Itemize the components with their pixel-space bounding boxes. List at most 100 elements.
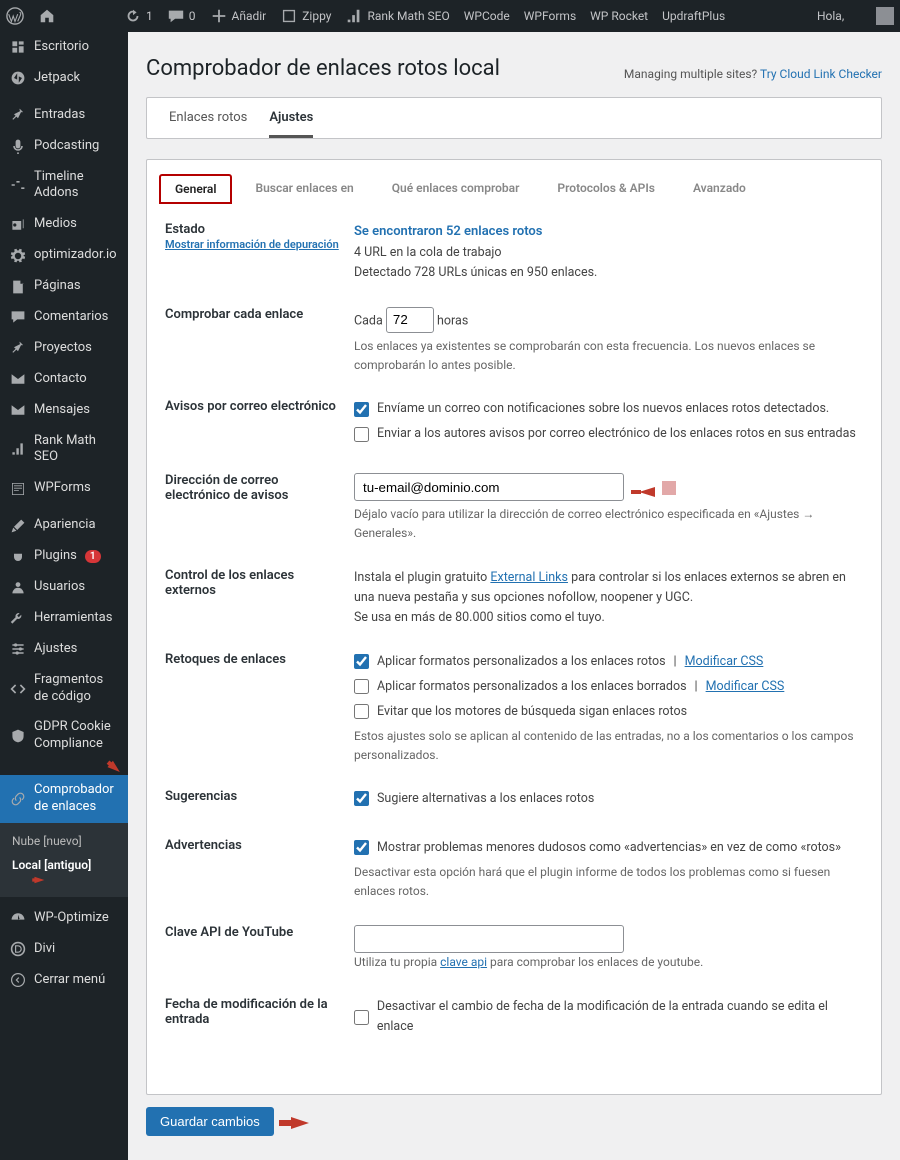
add-new[interactable]: Añadir [210, 7, 267, 25]
sidebar-item-20[interactable]: GDPR Cookie Compliance [0, 712, 128, 760]
chart-icon [10, 441, 26, 457]
chk-nofollow[interactable] [354, 704, 369, 719]
sidebar-item-label: GDPR Cookie Compliance [34, 719, 120, 753]
sidebar-item-label: WPForms [34, 480, 91, 497]
sidebar-item-label: Podcasting [34, 138, 99, 155]
save-button[interactable]: Guardar cambios [146, 1107, 274, 1136]
link-icon [10, 791, 26, 807]
sidebar-item-23[interactable]: Divi [0, 934, 128, 965]
sidebar-item-13[interactable]: WPForms [0, 473, 128, 504]
sidebar-item-label: Ajustes [34, 641, 77, 658]
sidebar-item-14[interactable]: Apariencia [0, 510, 128, 541]
arrow-annotation-save [291, 1117, 309, 1129]
submenu-item[interactable]: Nube [nuevo] [0, 829, 128, 853]
sidebar-item-21[interactable]: Comprobador de enlaces [0, 775, 128, 823]
sidebar-item-label: Fragmentos de código [34, 672, 120, 706]
submenu: Nube [nuevo]Local [antiguo] [0, 823, 128, 897]
sidebar-item-9[interactable]: Proyectos [0, 333, 128, 364]
arrow-annotation-menu [107, 761, 122, 776]
chk-suggestions[interactable] [354, 791, 369, 806]
wp-logo[interactable] [6, 7, 24, 25]
subtab-protocolos[interactable]: Protocolos & APIs [542, 174, 670, 204]
pin-icon [10, 340, 26, 356]
code-icon [10, 681, 26, 697]
page-title: Comprobador de enlaces rotos local [146, 56, 500, 81]
subtab-buscar[interactable]: Buscar enlaces en [240, 174, 368, 204]
sidebar-item-11[interactable]: Mensajes [0, 395, 128, 426]
comments-icon[interactable]: 0 [167, 7, 196, 25]
warnings-label: Advertencias [165, 838, 340, 901]
sidebar-item-17[interactable]: Herramientas [0, 603, 128, 634]
sidebar-item-5[interactable]: Medios [0, 209, 128, 240]
sidebar-item-15[interactable]: Plugins 1 [0, 541, 128, 572]
sidebar-item-label: Divi [34, 941, 55, 958]
sidebar-item-6[interactable]: optimizador.io [0, 240, 128, 271]
wpcode-bar[interactable]: WPCode [464, 9, 510, 23]
speed-icon [10, 910, 26, 926]
sidebar-item-1[interactable]: Jetpack [0, 63, 128, 94]
rankmath-bar[interactable]: Rank Math SEO [345, 7, 449, 25]
sidebar-item-label: Plugins [34, 548, 77, 565]
refresh-icon[interactable]: 1 [124, 7, 153, 25]
tab-enlaces-rotos[interactable]: Enlaces rotos [169, 110, 247, 138]
shield-icon [10, 728, 26, 744]
media-icon [10, 217, 26, 233]
submenu-item[interactable]: Local [antiguo] [0, 853, 128, 891]
subtab-avanzado[interactable]: Avanzado [678, 174, 761, 204]
sidebar-item-3[interactable]: Podcasting [0, 131, 128, 162]
divi-icon [10, 941, 26, 957]
greeting[interactable]: Hola, [817, 7, 894, 25]
tab-ajustes[interactable]: Ajustes [269, 110, 313, 138]
status-result[interactable]: Se encontraron 52 enlaces rotos [354, 224, 542, 239]
sidebar-item-label: Timeline Addons [34, 169, 120, 203]
sidebar-item-22[interactable]: WP-Optimize [0, 903, 128, 934]
chk-moddate[interactable] [354, 1010, 369, 1025]
subtab-general[interactable]: General [159, 174, 232, 204]
sidebar-item-10[interactable]: Contacto [0, 364, 128, 395]
sidebar-item-24[interactable]: Cerrar menú [0, 965, 128, 996]
debug-link[interactable]: Mostrar información de depuración [165, 238, 339, 251]
avatar [876, 7, 894, 25]
tweaks-label: Retoques de enlaces [165, 652, 340, 765]
chk-format-removed[interactable] [354, 679, 369, 694]
wprocket-bar[interactable]: WP Rocket [590, 9, 648, 23]
moddate-label: Fecha de modificación de la entrada [165, 997, 340, 1042]
sidebar-item-7[interactable]: Páginas [0, 271, 128, 302]
sidebar-item-2[interactable]: Entradas [0, 100, 128, 131]
sidebar-item-16[interactable]: Usuarios [0, 572, 128, 603]
red-square-annotation [662, 481, 676, 495]
sidebar-item-label: Comentarios [34, 309, 108, 326]
hours-input[interactable] [386, 307, 434, 333]
chk-format-broken[interactable] [354, 654, 369, 669]
email-input[interactable] [354, 473, 624, 501]
youtube-label: Clave API de YouTube [165, 925, 340, 973]
external-links-link[interactable]: External Links [490, 570, 568, 585]
mic-icon [10, 138, 26, 154]
updraft-bar[interactable]: UpdraftPlus [662, 9, 725, 23]
sidebar-item-label: Comprobador de enlaces [34, 782, 120, 816]
youtube-api-input[interactable] [354, 925, 624, 953]
subtab-que-enlaces[interactable]: Qué enlaces comprobar [377, 174, 535, 204]
sidebar-item-label: Entradas [34, 107, 85, 124]
zippy-icon[interactable]: Zippy [280, 7, 331, 25]
chk-warnings[interactable] [354, 840, 369, 855]
chk-notify-me[interactable] [354, 402, 369, 417]
modify-css-2[interactable]: Modificar CSS [706, 677, 785, 697]
tweaks-desc: Estos ajustes solo se aplican al conteni… [354, 727, 863, 765]
sidebar-item-18[interactable]: Ajustes [0, 634, 128, 665]
cloud-link[interactable]: Try Cloud Link Checker [760, 67, 882, 81]
sidebar-item-4[interactable]: Timeline Addons [0, 162, 128, 210]
chk-notify-authors[interactable] [354, 427, 369, 442]
wrench-icon [10, 610, 26, 626]
comment-icon [10, 309, 26, 325]
sidebar-item-label: WP-Optimize [34, 910, 109, 927]
sidebar-item-0[interactable]: Escritorio [0, 32, 128, 63]
wpforms-bar[interactable]: WPForms [524, 9, 576, 23]
modify-css-1[interactable]: Modificar CSS [685, 652, 764, 672]
sidebar-item-12[interactable]: Rank Math SEO [0, 426, 128, 474]
home-icon[interactable] [38, 7, 56, 25]
jetpack-icon [10, 70, 26, 86]
sidebar-item-8[interactable]: Comentarios [0, 302, 128, 333]
youtube-api-link[interactable]: clave api [440, 955, 487, 969]
sidebar-item-19[interactable]: Fragmentos de código [0, 665, 128, 713]
